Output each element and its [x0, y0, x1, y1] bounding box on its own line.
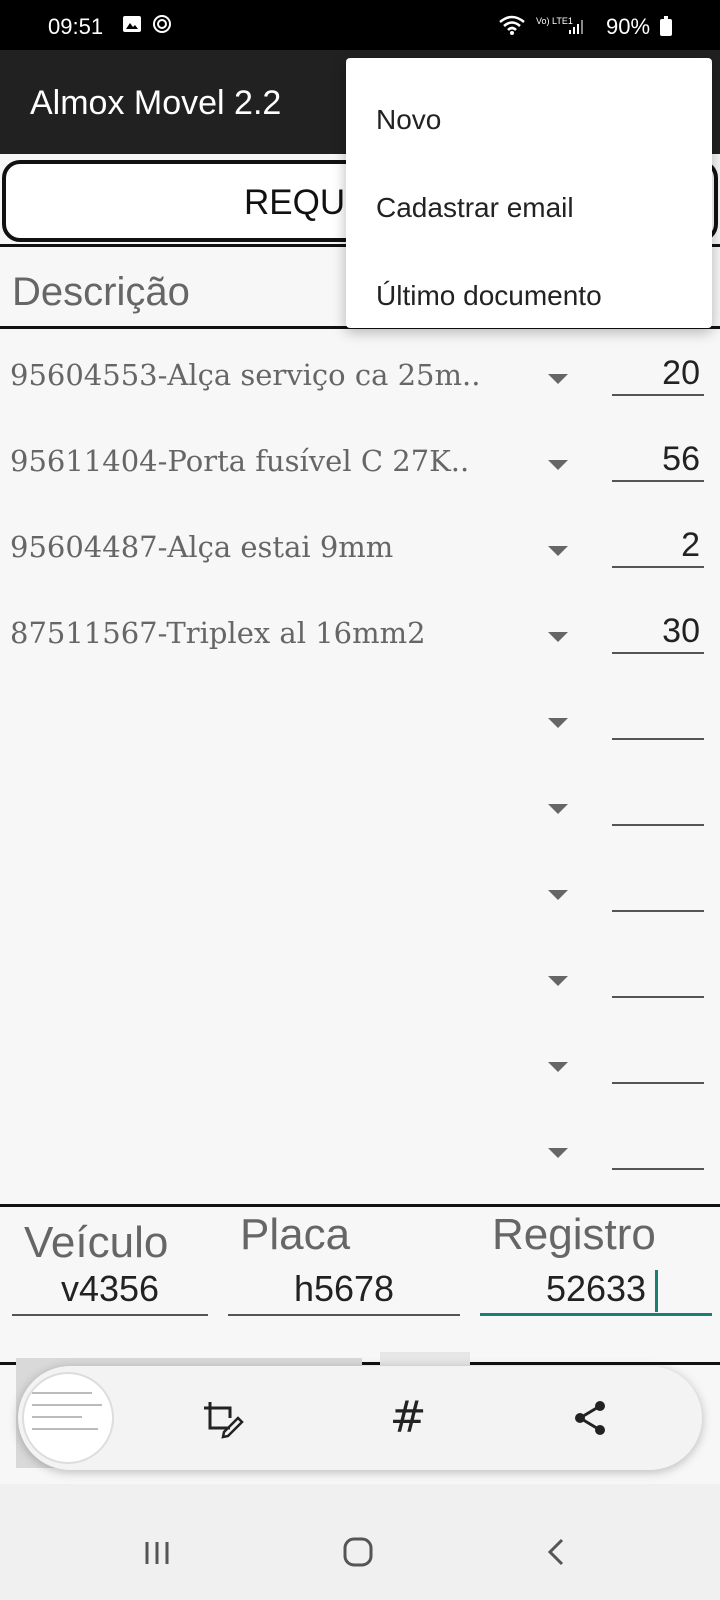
recents-icon[interactable]: [132, 1532, 182, 1572]
quantity-input[interactable]: [612, 946, 704, 998]
app-title: Almox Movel 2.2: [30, 84, 282, 122]
item-row: [0, 774, 720, 860]
registration-label: Registro: [492, 1210, 656, 1259]
quantity-input[interactable]: [612, 1118, 704, 1170]
menu-item-label: Novo: [376, 104, 442, 135]
status-bar: 09:51 Vo) LTE1 90%: [0, 0, 720, 50]
signal-icon: [569, 20, 583, 34]
hash-icon[interactable]: #: [384, 1394, 432, 1442]
dropdown-arrow-icon[interactable]: [548, 890, 568, 900]
quantity-input[interactable]: [612, 688, 704, 740]
item-description[interactable]: 95604553-Alça serviço ca 25m..: [10, 358, 520, 392]
dropdown-arrow-icon[interactable]: [548, 632, 568, 642]
share-icon[interactable]: [566, 1394, 614, 1442]
registration-input[interactable]: [480, 1264, 712, 1316]
back-icon[interactable]: [534, 1532, 584, 1572]
dropdown-arrow-icon[interactable]: [548, 1062, 568, 1072]
dropdown-arrow-icon[interactable]: [548, 718, 568, 728]
item-row: 87511567-Triplex al 16mm2: [0, 602, 720, 688]
dropdown-arrow-icon[interactable]: [548, 374, 568, 384]
item-row: [0, 946, 720, 1032]
item-row: 95604553-Alça serviço ca 25m..: [0, 344, 720, 430]
dropdown-arrow-icon[interactable]: [548, 546, 568, 556]
item-row: [0, 1118, 720, 1204]
battery-percent: 90%: [606, 14, 651, 39]
menu-item-last-document[interactable]: Último documento: [346, 250, 712, 338]
item-row: [0, 1032, 720, 1118]
quantity-input[interactable]: [612, 344, 704, 396]
status-time: 09:51: [48, 14, 104, 39]
dropdown-arrow-icon[interactable]: [548, 460, 568, 470]
vehicle-label: Veículo: [24, 1218, 169, 1267]
menu-item-register-email[interactable]: Cadastrar email: [346, 162, 712, 250]
item-row: [0, 860, 720, 946]
item-description[interactable]: 95611404-Porta fusível C 27K..: [10, 444, 520, 478]
dropdown-arrow-icon[interactable]: [548, 804, 568, 814]
battery-icon: [660, 16, 672, 36]
crop-edit-icon[interactable]: [198, 1394, 246, 1442]
item-description[interactable]: 87511567-Triplex al 16mm2: [10, 616, 520, 650]
plate-label: Placa: [240, 1210, 351, 1259]
menu-item-label: Cadastrar email: [376, 192, 574, 223]
item-description[interactable]: 95604487-Alça estai 9mm: [10, 530, 520, 564]
item-row: 95604487-Alça estai 9mm: [0, 516, 720, 602]
settings-circle-icon: [153, 15, 171, 33]
quantity-input[interactable]: [612, 1032, 704, 1084]
quantity-input[interactable]: [612, 430, 704, 482]
requisition-button-label: REQU: [244, 183, 346, 222]
quantity-input[interactable]: [612, 516, 704, 568]
plate-input[interactable]: [228, 1264, 460, 1316]
home-icon[interactable]: [334, 1532, 384, 1572]
menu-item-label: Último documento: [376, 280, 602, 311]
text-cursor: [655, 1270, 658, 1312]
vehicle-input[interactable]: [12, 1264, 208, 1316]
menu-item-new[interactable]: Novo: [346, 74, 712, 162]
quantity-input[interactable]: [612, 774, 704, 826]
screenshot-thumbnail[interactable]: [22, 1372, 114, 1464]
item-row: [0, 688, 720, 774]
quantity-input[interactable]: [612, 860, 704, 912]
divider: [0, 1204, 720, 1207]
image-icon: [123, 16, 141, 32]
quantity-input[interactable]: [612, 602, 704, 654]
description-header: Descrição: [12, 270, 190, 314]
dropdown-arrow-icon[interactable]: [548, 976, 568, 986]
overflow-menu: Novo Cadastrar email Último documento: [346, 58, 712, 328]
wifi-icon: [499, 15, 525, 35]
dropdown-arrow-icon[interactable]: [548, 1148, 568, 1158]
item-row: 95611404-Porta fusível C 27K..: [0, 430, 720, 516]
